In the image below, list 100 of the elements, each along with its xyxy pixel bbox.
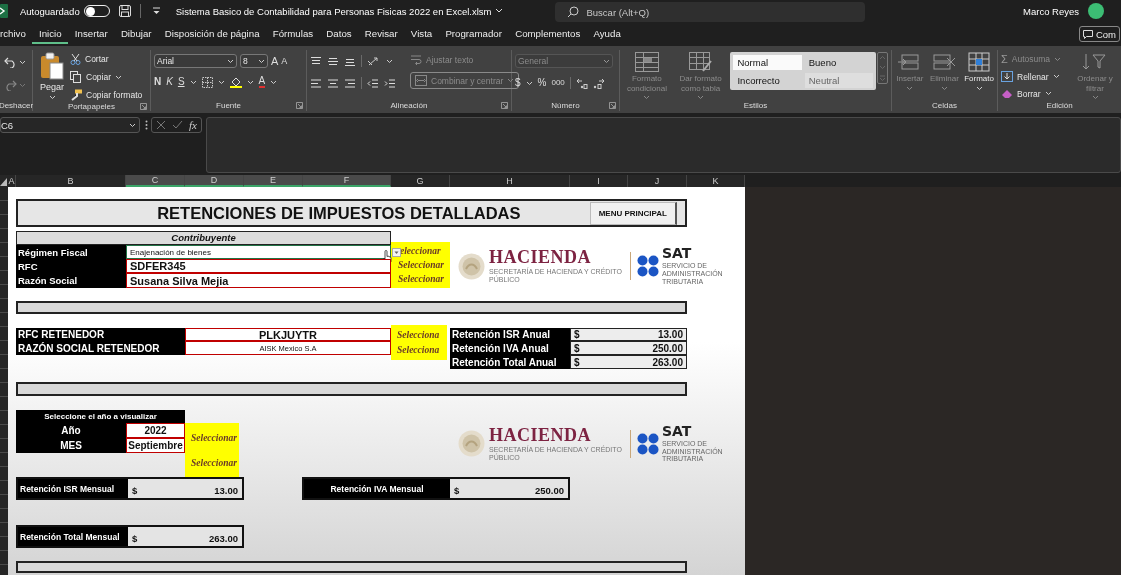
- more-options-icon[interactable]: [145, 120, 148, 130]
- caret-icon[interactable]: [1044, 91, 1052, 96]
- orientation-icon[interactable]: [367, 55, 381, 67]
- font-dropdown[interactable]: Arial: [154, 54, 237, 68]
- caret-icon[interactable]: [270, 79, 278, 85]
- fill-color-icon[interactable]: [229, 76, 242, 88]
- launcher-icon[interactable]: [609, 102, 616, 109]
- redo-icon[interactable]: [4, 79, 17, 91]
- formula-input[interactable]: [206, 117, 1121, 173]
- field-value[interactable]: PLKJUYTR: [185, 328, 391, 341]
- column-header[interactable]: G: [391, 175, 450, 187]
- select-link[interactable]: Seleccionar: [398, 274, 444, 284]
- align-top-icon[interactable]: [310, 55, 322, 67]
- menu-tab[interactable]: rchivo: [0, 24, 33, 44]
- paste-button[interactable]: Pegar: [39, 52, 65, 100]
- field-value[interactable]: Septiembre: [126, 438, 185, 453]
- avatar-icon[interactable]: [1088, 3, 1104, 19]
- column-header[interactable]: C: [126, 175, 185, 187]
- column-header[interactable]: K: [687, 175, 745, 187]
- caret-icon[interactable]: [115, 74, 123, 80]
- launcher-icon[interactable]: [296, 102, 303, 109]
- caret-icon[interactable]: [227, 58, 234, 64]
- ribbon-button[interactable]: Borrar: [1001, 88, 1069, 99]
- align-right-icon[interactable]: [344, 77, 356, 89]
- column-header[interactable]: I: [570, 175, 628, 187]
- style-option[interactable]: Incorrecto: [733, 73, 802, 88]
- undo-icon[interactable]: [4, 56, 17, 68]
- ribbon-button[interactable]: Formato: [964, 52, 994, 91]
- align-center-icon[interactable]: [327, 77, 339, 89]
- menu-tab[interactable]: Datos: [319, 24, 359, 44]
- menu-tab[interactable]: Insertar: [68, 24, 115, 44]
- style-option[interactable]: Bueno: [804, 55, 873, 70]
- percent-button[interactable]: %: [537, 78, 547, 88]
- style-option[interactable]: Neutral: [804, 73, 873, 88]
- shrink-font-button[interactable]: A: [281, 56, 288, 66]
- name-box[interactable]: C6: [0, 117, 140, 133]
- ribbon-button[interactable]: Copiar formato: [70, 89, 143, 101]
- menu-tab[interactable]: Vista: [404, 24, 439, 44]
- font-size-dropdown[interactable]: 8: [240, 54, 268, 68]
- thousands-button[interactable]: 000: [551, 79, 565, 87]
- caret-icon[interactable]: [246, 79, 254, 85]
- comments-button[interactable]: Com: [1078, 26, 1120, 42]
- ribbon-button[interactable]: Copiar: [70, 71, 143, 83]
- menu-tab[interactable]: Complementos: [508, 24, 587, 44]
- column-header[interactable]: B: [16, 175, 126, 187]
- select-all-icon[interactable]: [0, 175, 8, 187]
- caret-icon[interactable]: [258, 58, 265, 64]
- underline-button[interactable]: S: [177, 77, 185, 87]
- select-link[interactable]: Selecciona: [397, 345, 440, 356]
- caret-icon[interactable]: [386, 58, 393, 64]
- ribbon-button[interactable]: Cortar: [70, 53, 143, 65]
- select-link[interactable]: eleccionar: [398, 246, 441, 256]
- increase-indent-icon[interactable]: [384, 77, 396, 89]
- select-link[interactable]: Seleccionar: [191, 457, 237, 468]
- search-field[interactable]: Buscar (Alt+Q): [555, 2, 866, 22]
- font-color-button[interactable]: A: [258, 76, 266, 88]
- align-left-icon[interactable]: [310, 77, 322, 89]
- column-header[interactable]: J: [628, 175, 687, 187]
- menu-tab[interactable]: Programador: [438, 24, 509, 44]
- save-icon[interactable]: [118, 5, 131, 17]
- increase-decimal-icon[interactable]: [575, 77, 588, 89]
- select-link[interactable]: Selecciona: [397, 329, 440, 340]
- caret-icon[interactable]: [217, 79, 225, 85]
- insert-function-button[interactable]: fx: [189, 119, 197, 131]
- bold-button[interactable]: N: [154, 77, 162, 87]
- caret-icon[interactable]: [1052, 74, 1060, 79]
- caret-icon[interactable]: [975, 85, 983, 91]
- italic-button[interactable]: K: [166, 77, 173, 87]
- cancel-icon[interactable]: [156, 120, 166, 130]
- menu-button[interactable]: MENU PRINCIPAL: [589, 201, 677, 225]
- select-link[interactable]: Seleccionar: [398, 260, 444, 270]
- decrease-indent-icon[interactable]: [367, 77, 379, 89]
- menu-tab[interactable]: Inicio: [32, 24, 69, 44]
- menu-tab[interactable]: Fórmulas: [266, 24, 320, 44]
- menu-tab[interactable]: Ayuda: [586, 24, 628, 44]
- menu-tab[interactable]: Dibujar: [114, 24, 159, 44]
- caret-icon[interactable]: [19, 59, 26, 65]
- select-link[interactable]: Seleccionar: [191, 432, 237, 443]
- column-header[interactable]: D: [185, 175, 244, 187]
- menu-tab[interactable]: Disposición de página: [158, 24, 267, 44]
- decrease-decimal-icon[interactable]: [592, 77, 605, 89]
- borders-icon[interactable]: [201, 76, 213, 88]
- style-option[interactable]: Normal: [733, 55, 802, 70]
- field-value[interactable]: Susana Silva Mejia: [126, 273, 391, 288]
- launcher-icon[interactable]: [140, 103, 147, 110]
- caret-icon[interactable]: [189, 79, 197, 85]
- customize-icon[interactable]: [151, 7, 161, 15]
- menu-tab[interactable]: Revisar: [358, 24, 405, 44]
- caret-icon[interactable]: [129, 122, 136, 128]
- grow-font-button[interactable]: A: [271, 55, 279, 67]
- currency-button[interactable]: $: [515, 78, 521, 88]
- dropdown-icon[interactable]: [392, 248, 401, 257]
- caret-icon[interactable]: [525, 80, 533, 86]
- align-middle-icon[interactable]: [327, 55, 339, 67]
- column-header[interactable]: F: [303, 175, 391, 187]
- chevron-icon[interactable]: [495, 8, 504, 14]
- ribbon-button[interactable]: Rellenar: [1001, 71, 1069, 82]
- field-value[interactable]: 2022: [126, 423, 185, 438]
- column-header[interactable]: E: [244, 175, 303, 187]
- column-header[interactable]: H: [450, 175, 570, 187]
